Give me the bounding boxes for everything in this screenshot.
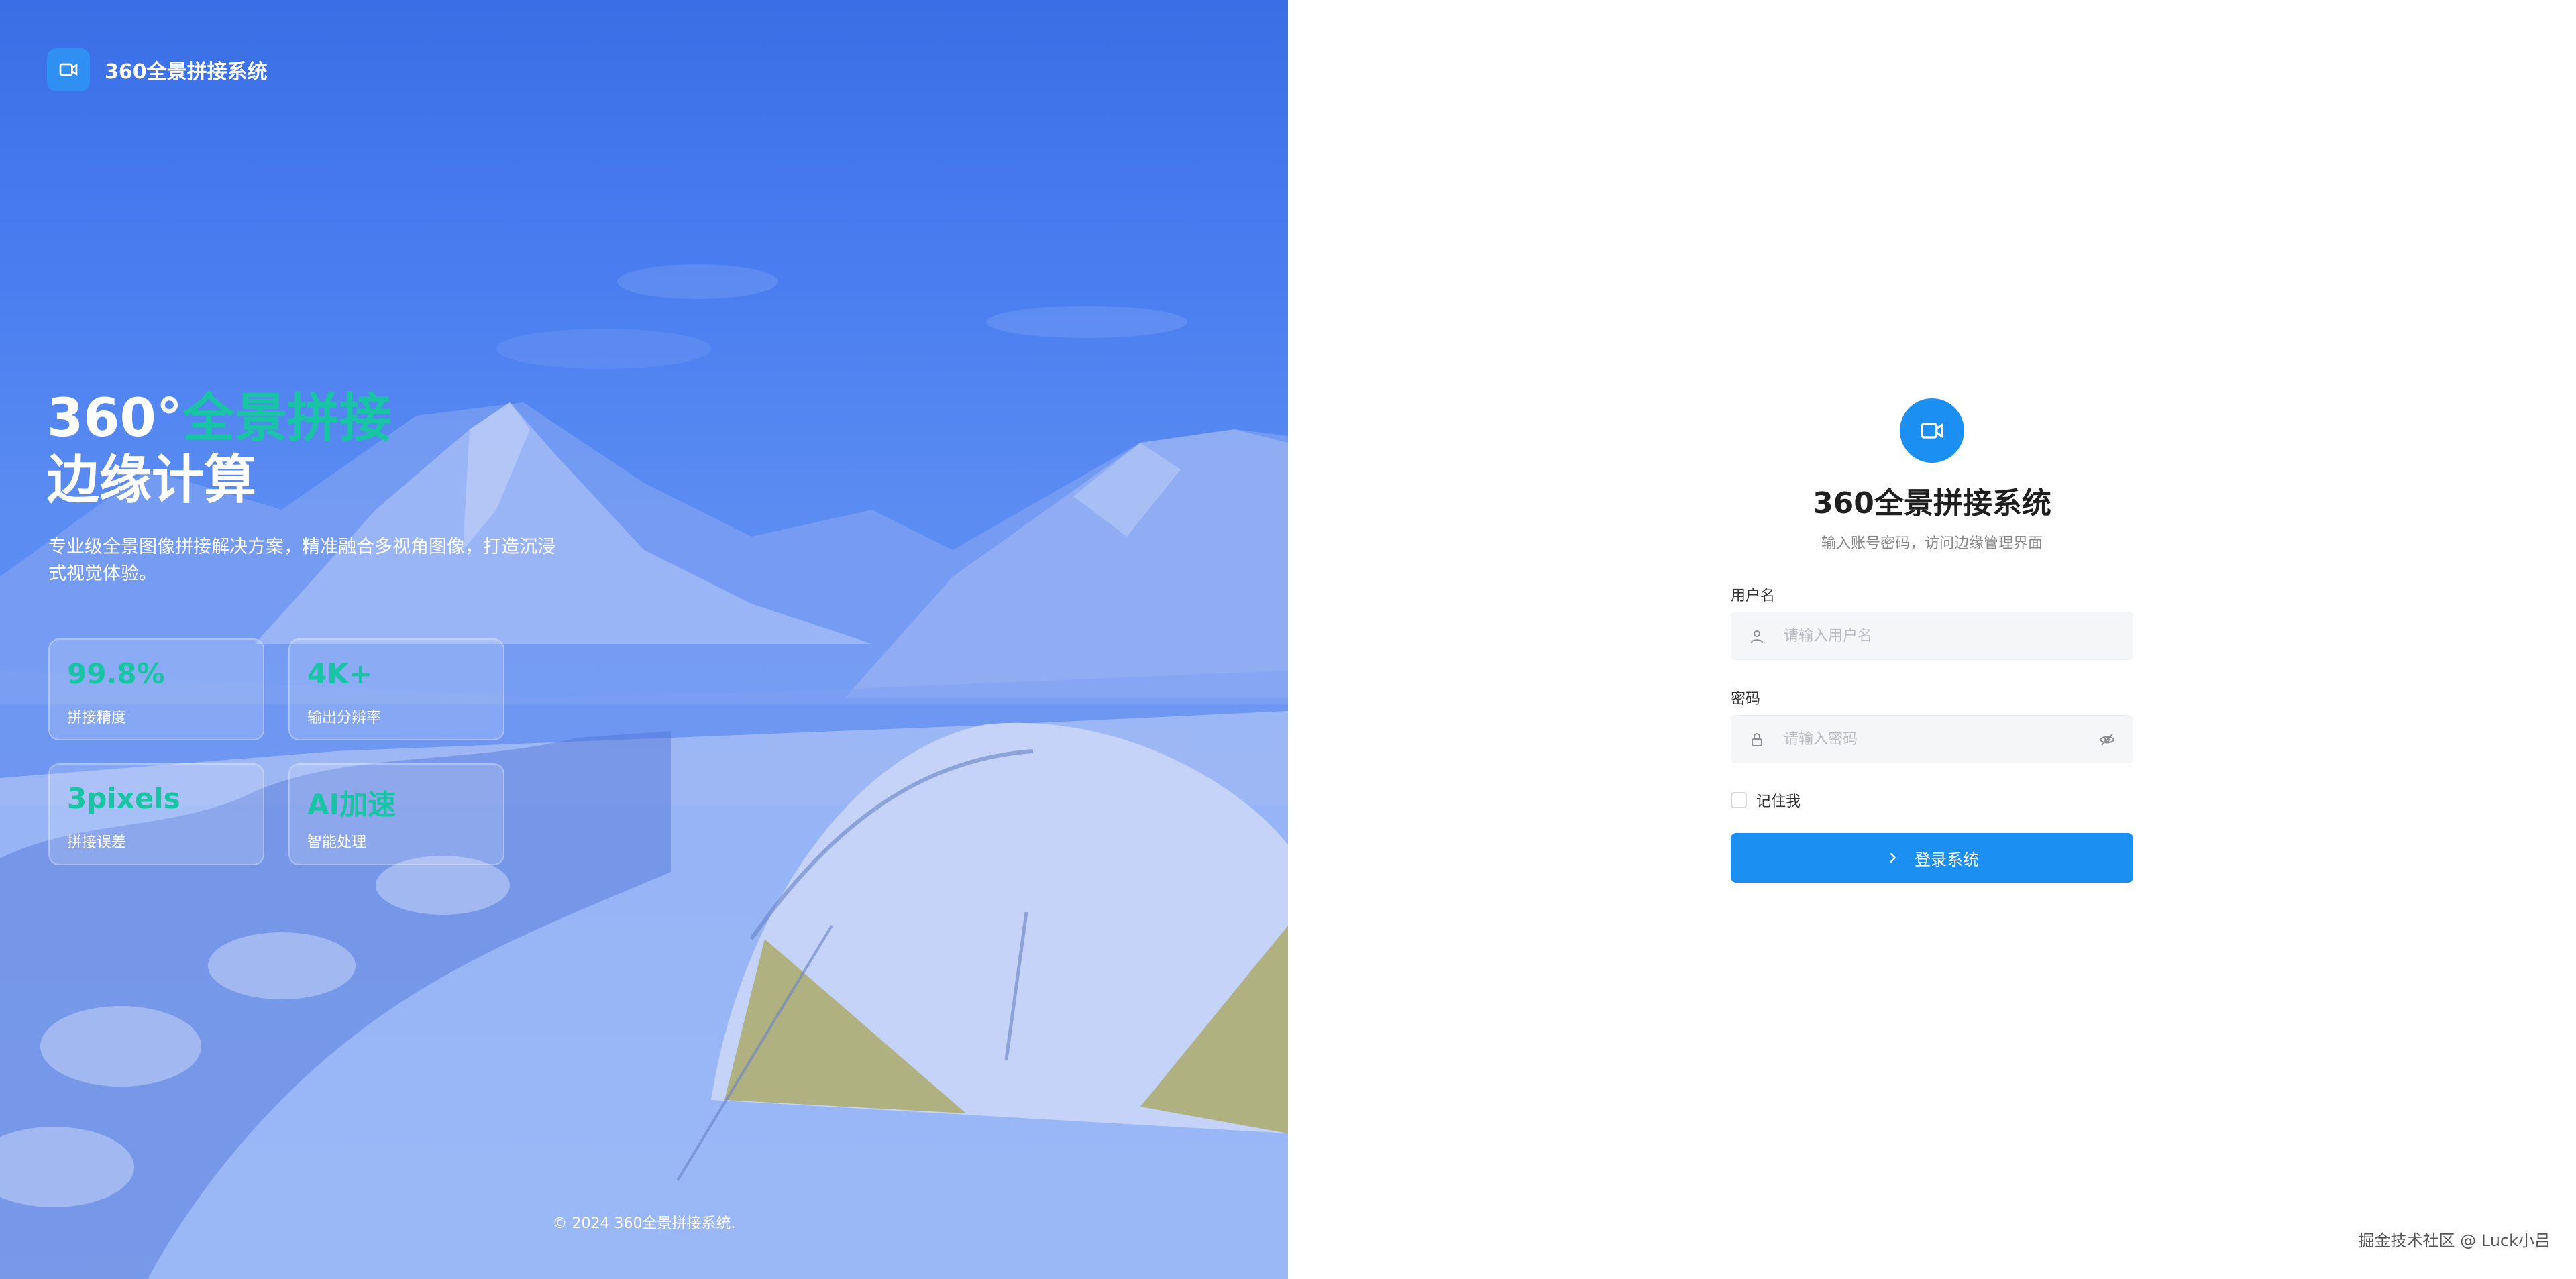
username-field[interactable]: [1731, 612, 2133, 660]
remember-label: 记住我: [1756, 793, 1801, 810]
hero-description: 专业级全景图像拼接解决方案，精准融合多视角图像，打造沉浸式视觉体验。: [48, 537, 555, 584]
password-field[interactable]: [1731, 715, 2133, 763]
username-input[interactable]: [1782, 612, 2098, 659]
login-button[interactable]: 登录系统: [1731, 833, 2133, 883]
stat-card: 99.8% 拼接精度: [48, 638, 264, 740]
video-camera-icon: [1900, 398, 1964, 463]
remember-checkbox[interactable]: [1731, 792, 1747, 808]
brand: 360全景拼接系统: [47, 48, 268, 91]
remember-me[interactable]: 记住我: [1731, 789, 1801, 811]
eye-off-icon[interactable]: [2099, 732, 2115, 748]
stat-value: 99.8%: [67, 657, 165, 690]
stat-card: 4K+ 输出分辨率: [288, 638, 504, 740]
stat-value: 3pixels: [67, 782, 180, 815]
stat-value: 4K+: [307, 657, 372, 690]
login-subtitle: 输入账号密码，访问边缘管理界面: [1821, 535, 2043, 552]
password-label: 密码: [1731, 691, 1761, 708]
stat-card: AI加速 智能处理: [288, 763, 504, 865]
headline-accent: 全景拼接: [182, 388, 392, 449]
stat-value: AI加速: [307, 788, 396, 821]
copyright: © 2024 360全景拼接系统.: [552, 1215, 736, 1232]
brand-title: 360全景拼接系统: [105, 60, 268, 84]
login-title: 360全景拼接系统: [1813, 486, 2051, 520]
stat-label: 智能处理: [307, 834, 367, 851]
stat-label: 拼接误差: [67, 834, 127, 851]
video-camera-icon: [47, 48, 90, 91]
user-icon: [1751, 630, 1763, 643]
watermark: 掘金技术社区 @ Luck小吕: [2358, 1231, 2551, 1250]
password-input[interactable]: [1782, 716, 2098, 763]
chevron-right-icon: [1890, 852, 1896, 863]
headline-line2: 边缘计算: [47, 450, 257, 510]
hero-headline: 360°全景拼接 边缘计算: [47, 388, 392, 511]
stat-label: 拼接精度: [67, 710, 127, 726]
stat-label: 输出分辨率: [307, 710, 382, 726]
headline-prefix: 360°: [47, 388, 182, 449]
login-button-label: 登录系统: [1915, 850, 1979, 869]
lock-icon: [1752, 733, 1762, 746]
stat-card: 3pixels 拼接误差: [48, 763, 264, 865]
username-label: 用户名: [1731, 588, 1776, 604]
hero-panel: 360全景拼接系统 360°全景拼接 边缘计算 专业级全景图像拼接解决方案，精准…: [0, 0, 1288, 1279]
